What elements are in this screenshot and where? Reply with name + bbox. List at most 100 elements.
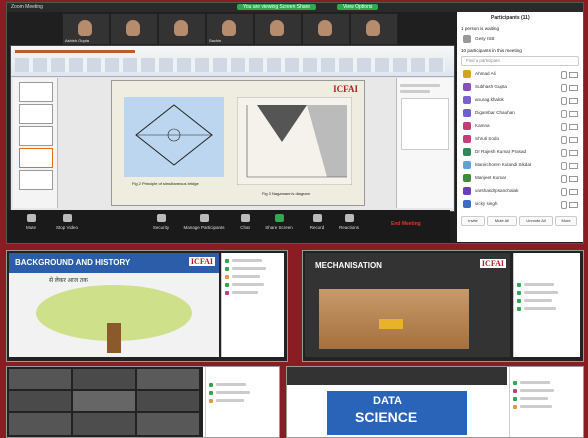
participant-line [216, 383, 246, 386]
security-label: Security [152, 225, 170, 230]
security-button[interactable]: Security [141, 214, 181, 230]
invite-button[interactable]: Invite [461, 216, 485, 226]
background-title: BACKGROUND AND HISTORY [15, 258, 131, 267]
video-thumb[interactable] [110, 13, 158, 45]
participant-row[interactable]: Digambar Chauhan [461, 107, 579, 119]
participant-line [524, 283, 554, 286]
participant-row[interactable]: varshasdrpsanchalak [461, 185, 579, 197]
participants-sidebar [221, 253, 284, 357]
data-science-slide: DATA SCIENCE [327, 391, 467, 435]
participant-face [174, 20, 188, 36]
participant-dot [513, 397, 517, 401]
video-thumb[interactable] [302, 13, 350, 45]
video-thumb[interactable]: Sachin [206, 13, 254, 45]
participant-face [270, 20, 284, 36]
slide-thumbnail[interactable] [19, 104, 53, 124]
mute-all-button[interactable]: Mute All [487, 216, 517, 226]
participant-row[interactable]: vicky singh [461, 198, 579, 210]
microphone-icon[interactable] [561, 84, 567, 92]
slide-thumbnail[interactable] [19, 170, 53, 190]
participant-dot [517, 299, 521, 303]
slide-thumbnail-selected[interactable] [19, 148, 53, 168]
camera-icon[interactable] [569, 85, 578, 91]
participant-line [232, 283, 264, 286]
microphone-icon[interactable] [561, 136, 567, 144]
participant-row[interactable]: Manjeet Kumar [461, 172, 579, 184]
participant-line [216, 391, 250, 394]
microphone-icon[interactable] [561, 201, 567, 209]
camera-icon [62, 214, 72, 222]
video-tile [9, 413, 71, 435]
video-thumb[interactable] [350, 13, 398, 45]
camera-icon[interactable] [569, 189, 578, 195]
microphone-icon[interactable] [561, 162, 567, 170]
screen-share-pill[interactable]: You are viewing Screen Share [237, 4, 317, 10]
participant-line [524, 307, 556, 310]
avatar [463, 161, 471, 169]
camera-icon[interactable] [569, 202, 578, 208]
manage-participants-button[interactable]: Manage Participants [179, 214, 229, 230]
microphone-icon[interactable] [561, 123, 567, 131]
microphone-icon[interactable] [561, 110, 567, 118]
avatar [463, 83, 471, 91]
more-button[interactable]: More [555, 216, 577, 226]
participant-row[interactable]: Manirchoren Kulandi Sikdar [461, 159, 579, 171]
slide-thumbnail[interactable] [19, 82, 53, 102]
camera-icon[interactable] [569, 150, 578, 156]
participant-dot [209, 391, 213, 395]
share-screen-button[interactable]: Share Screen [259, 214, 299, 230]
end-meeting-button[interactable]: End Meeting [391, 221, 421, 227]
video-tile [73, 369, 135, 389]
participant-dot [209, 399, 213, 403]
chat-icon [240, 214, 250, 222]
slide-area: BACKGROUND AND HISTORY ICFAI से लेकर आज … [9, 253, 219, 357]
camera-icon[interactable] [569, 124, 578, 130]
camera-icon[interactable] [569, 98, 578, 104]
slide-thumbnail[interactable] [19, 126, 53, 146]
participant-dot [513, 381, 517, 385]
view-options-button[interactable]: View Options [337, 4, 379, 10]
camera-icon[interactable] [569, 176, 578, 182]
camera-icon[interactable] [569, 111, 578, 117]
microphone-icon[interactable] [561, 149, 567, 157]
microphone-icon[interactable] [561, 188, 567, 196]
participant-name: anurag.khalok [475, 97, 504, 102]
participant-row[interactable]: Subhash Gupta [461, 81, 579, 93]
find-participant-input[interactable]: Find a participant [461, 56, 579, 66]
participant-face [78, 20, 92, 36]
participant-row[interactable]: Kamna [461, 120, 579, 132]
microphone-icon[interactable] [561, 97, 567, 105]
shared-screen[interactable]: ICFAI Fig 2 Principle of simultaneous br… [10, 45, 455, 212]
participant-row[interactable]: Shruti Sodo [461, 133, 579, 145]
video-thumb[interactable] [158, 13, 206, 45]
stop-video-button[interactable]: Stop Video [47, 214, 87, 230]
microphone-icon[interactable] [561, 71, 567, 79]
powerpoint-ribbon [11, 46, 454, 77]
video-thumb[interactable] [254, 13, 302, 45]
microphone-icon[interactable] [561, 175, 567, 183]
avatar [463, 70, 471, 78]
video-thumb[interactable]: Ashish Gupta [62, 13, 110, 45]
zoom-window: Zoom Meeting You are viewing Screen Shar… [6, 2, 584, 244]
participant-row[interactable]: Dr Rajesh Kumar Prasad [461, 146, 579, 158]
reactions-label: Reactions [338, 225, 359, 230]
camera-icon[interactable] [569, 137, 578, 143]
microphone-icon [26, 214, 36, 222]
participant-line [520, 405, 552, 408]
participant-row[interactable]: Ahmad Ali [461, 68, 579, 80]
camera-icon[interactable] [569, 163, 578, 169]
camera-icon[interactable] [569, 72, 578, 78]
participant-name: Digambar Chauhan [475, 110, 515, 115]
participant-row[interactable]: anurag.khalok [461, 94, 579, 106]
waiting-participant[interactable]: Gesy ISB [461, 33, 579, 45]
mute-button[interactable]: Mute [11, 214, 51, 230]
participant-dot [225, 267, 229, 271]
find-placeholder: Find a participant [466, 58, 500, 63]
reactions-button[interactable]: Reactions [329, 214, 369, 230]
unmute-all-button[interactable]: Unmute All [519, 216, 553, 226]
waiting-text: 1 person is waiting [461, 26, 500, 31]
pane-line [400, 84, 440, 87]
bridge-diagram [124, 97, 224, 177]
participant-line [232, 267, 266, 270]
participant-face [222, 20, 236, 36]
